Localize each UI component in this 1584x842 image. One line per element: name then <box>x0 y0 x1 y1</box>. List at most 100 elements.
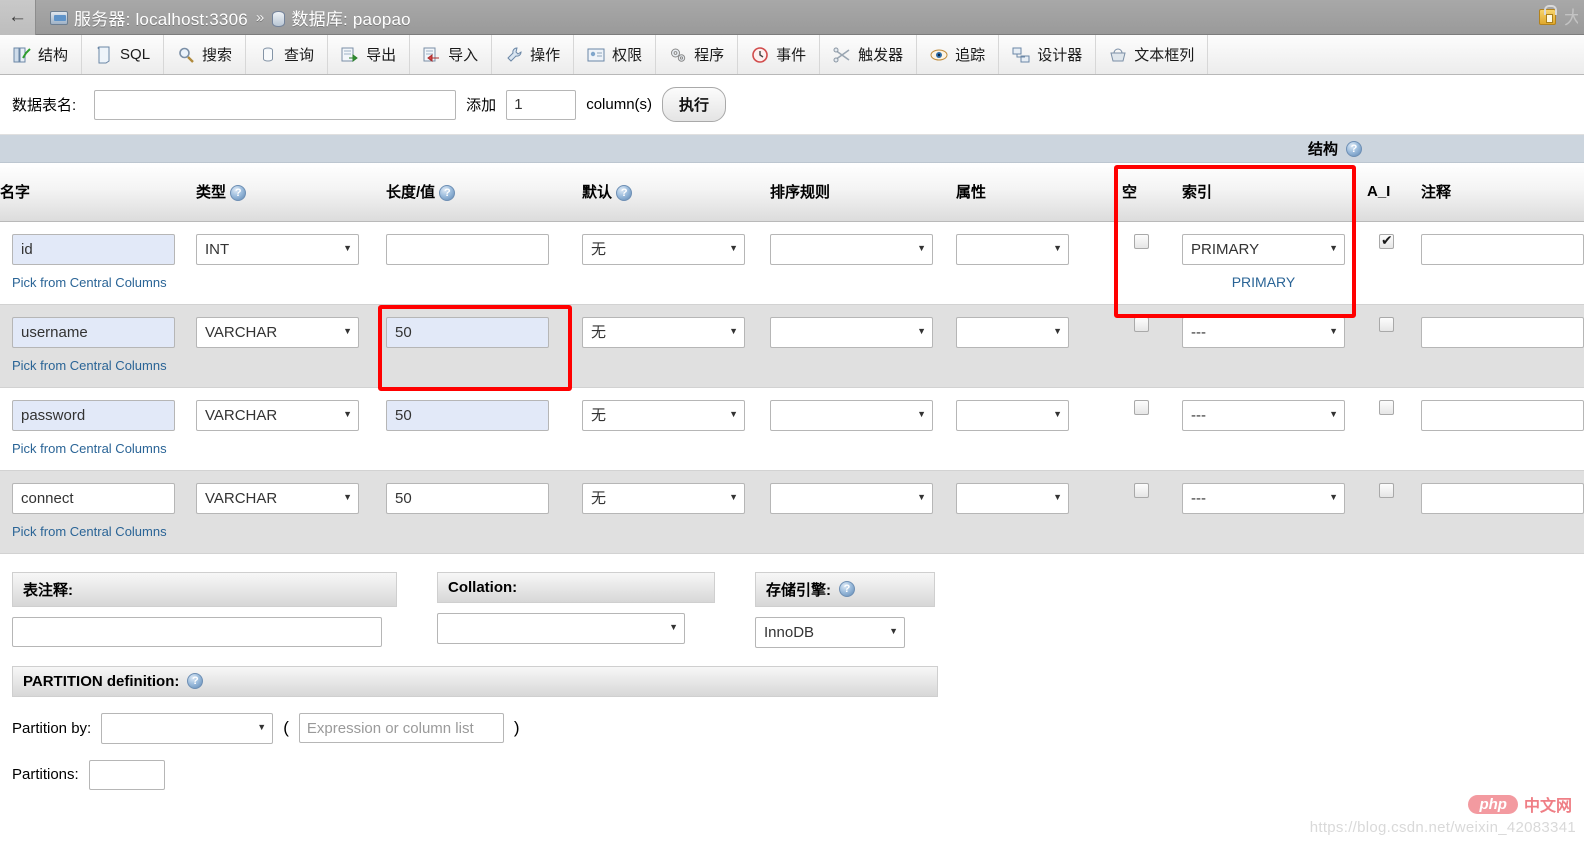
auto-increment-checkbox[interactable] <box>1379 317 1394 332</box>
column-attributes-select[interactable] <box>956 483 1069 514</box>
header-length: 长度/值 ? <box>386 163 582 221</box>
null-checkbox[interactable] <box>1134 483 1149 498</box>
column-comment-input[interactable] <box>1421 234 1584 265</box>
privileges-icon <box>587 46 605 64</box>
column-length-input[interactable] <box>386 400 549 431</box>
watermark-url: https://blog.csdn.net/weixin_42083341 <box>1310 819 1576 836</box>
column-type-select[interactable]: INT <box>196 234 359 265</box>
column-name-input[interactable] <box>12 483 175 514</box>
pick-central-columns-link[interactable]: Pick from Central Columns <box>12 524 196 539</box>
column-comment-input[interactable] <box>1421 400 1584 431</box>
tab-export[interactable]: 导出 <box>328 35 410 74</box>
tab-events[interactable]: 事件 <box>738 35 820 74</box>
partition-by-select[interactable] <box>101 713 273 744</box>
page-root: ← 服务器: localhost:3306 » 数据库: paopao 大 结构 <box>0 0 1584 842</box>
help-icon[interactable]: ? <box>439 185 455 201</box>
column-index-select[interactable]: --- <box>1182 400 1345 431</box>
column-type-select[interactable]: VARCHAR <box>196 483 359 514</box>
cell-name: Pick from Central Columns <box>0 222 196 290</box>
partition-expression-input[interactable] <box>299 713 504 743</box>
table-name-input[interactable] <box>94 90 456 120</box>
sql-icon <box>95 46 113 64</box>
header-default: 默认 ? <box>582 163 770 221</box>
tab-triggers[interactable]: 触发器 <box>820 35 917 74</box>
column-attributes-select[interactable] <box>956 400 1069 431</box>
column-length-input[interactable] <box>386 317 549 348</box>
column-length-input[interactable] <box>386 234 549 265</box>
pick-central-columns-link[interactable]: Pick from Central Columns <box>12 441 196 456</box>
column-type-select[interactable]: VARCHAR <box>196 400 359 431</box>
pick-central-columns-link[interactable]: Pick from Central Columns <box>12 358 196 373</box>
tab-query[interactable]: 查询 <box>246 35 328 74</box>
column-default-select[interactable]: 无 <box>582 317 745 348</box>
null-checkbox[interactable] <box>1134 234 1149 249</box>
header-auto-increment: A_I <box>1367 163 1421 221</box>
auto-increment-checkbox[interactable] <box>1379 400 1394 415</box>
help-icon[interactable]: ? <box>1346 141 1362 157</box>
help-icon[interactable]: ? <box>839 581 855 597</box>
auto-increment-checkbox[interactable] <box>1379 234 1394 249</box>
lock-icon[interactable] <box>1539 9 1556 25</box>
column-default-select[interactable]: 无 <box>582 483 745 514</box>
cell-index: PRIMARY PRIMARY <box>1176 222 1367 290</box>
column-collation-select[interactable] <box>770 483 933 514</box>
tab-tracking[interactable]: 追踪 <box>917 35 999 74</box>
tab-label: SQL <box>120 46 150 63</box>
column-length-input[interactable] <box>386 483 549 514</box>
cell-comment <box>1421 305 1584 348</box>
columns-unit-label: column(s) <box>586 96 652 113</box>
null-checkbox[interactable] <box>1134 400 1149 415</box>
tab-import[interactable]: 导入 <box>410 35 492 74</box>
partition-title: PARTITION definition: <box>23 673 179 690</box>
column-comment-input[interactable] <box>1421 317 1584 348</box>
collation-select[interactable] <box>437 613 685 644</box>
tab-privileges[interactable]: 权限 <box>574 35 656 74</box>
help-icon[interactable]: ? <box>616 185 632 201</box>
tab-operations[interactable]: 操作 <box>492 35 574 74</box>
cell-null <box>1122 305 1176 337</box>
help-icon[interactable]: ? <box>187 673 203 689</box>
tab-central-columns[interactable]: 文本框列 <box>1096 35 1208 74</box>
column-collation-select[interactable] <box>770 400 933 431</box>
help-icon[interactable]: ? <box>230 185 246 201</box>
back-button[interactable]: ← <box>0 0 36 35</box>
titlebar: ← 服务器: localhost:3306 » 数据库: paopao 大 <box>0 0 1584 35</box>
null-checkbox[interactable] <box>1134 317 1149 332</box>
column-name-input[interactable] <box>12 400 175 431</box>
tab-designer[interactable]: 设计器 <box>999 35 1096 74</box>
export-icon <box>341 46 359 64</box>
column-type-select[interactable]: VARCHAR <box>196 317 359 348</box>
column-attributes-select[interactable] <box>956 317 1069 348</box>
auto-increment-checkbox[interactable] <box>1379 483 1394 498</box>
column-collation-select[interactable] <box>770 317 933 348</box>
tab-routines[interactable]: 程序 <box>656 35 738 74</box>
partial-glyph-icon: 大 <box>1564 4 1578 30</box>
pick-central-columns-link[interactable]: Pick from Central Columns <box>12 275 196 290</box>
header-name: 名字 <box>0 163 196 221</box>
column-attributes-select[interactable] <box>956 234 1069 265</box>
table-comment-input[interactable] <box>12 617 382 647</box>
column-comment-input[interactable] <box>1421 483 1584 514</box>
partitions-count-input[interactable] <box>89 760 165 790</box>
column-collation-select[interactable] <box>770 234 933 265</box>
column-index-select[interactable]: PRIMARY <box>1182 234 1345 265</box>
go-button[interactable]: 执行 <box>662 87 726 122</box>
header-default-label: 默认 <box>582 184 612 201</box>
column-default-select[interactable]: 无 <box>582 400 745 431</box>
storage-engine-select[interactable]: InnoDB <box>755 617 905 648</box>
column-name-input[interactable] <box>12 234 175 265</box>
column-count-input[interactable] <box>506 90 576 120</box>
column-default-select[interactable]: 无 <box>582 234 745 265</box>
column-index-select[interactable]: --- <box>1182 317 1345 348</box>
tab-structure[interactable]: 结构 <box>0 35 82 74</box>
breadcrumb-server[interactable]: 服务器: localhost:3306 <box>74 5 248 30</box>
column-name-input[interactable] <box>12 317 175 348</box>
tab-sql[interactable]: SQL <box>82 35 164 74</box>
tab-label: 结构 <box>38 44 68 65</box>
tab-search[interactable]: 搜索 <box>164 35 246 74</box>
breadcrumb-database[interactable]: 数据库: paopao <box>291 5 410 30</box>
panel-table-comment: 表注释: <box>12 572 397 648</box>
column-index-select[interactable]: --- <box>1182 483 1345 514</box>
header-type: 类型 ? <box>196 163 386 221</box>
cell-collation <box>770 388 956 431</box>
